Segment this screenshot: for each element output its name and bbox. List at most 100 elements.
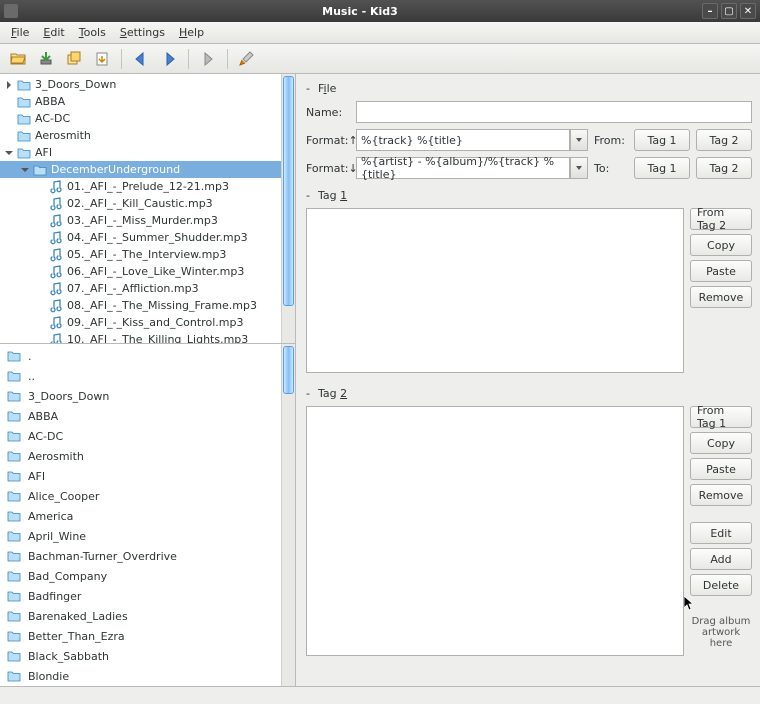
tree-file[interactable]: 03._AFI_-_Miss_Murder.mp3 — [0, 212, 281, 229]
tree-folder[interactable]: Aerosmith — [0, 127, 281, 144]
tree-file[interactable]: 09._AFI_-_Kiss_and_Control.mp3 — [0, 314, 281, 331]
list-item[interactable]: America — [0, 506, 281, 526]
menu-tools[interactable]: Tools — [72, 24, 113, 41]
save-all-icon[interactable] — [62, 47, 86, 71]
section-file[interactable]: - File — [306, 82, 752, 95]
tree-folder[interactable]: 3_Doors_Down — [0, 76, 281, 93]
expander-icon[interactable] — [36, 250, 46, 260]
tree-scrollbar[interactable] — [281, 74, 295, 343]
expander-icon[interactable] — [36, 301, 46, 311]
app-icon — [4, 4, 18, 18]
menu-settings[interactable]: Settings — [113, 24, 172, 41]
format-down-label: Format:↓ — [306, 162, 350, 175]
list-item[interactable]: Bad_Company — [0, 566, 281, 586]
tree-file[interactable]: 04._AFI_-_Summer_Shudder.mp3 — [0, 229, 281, 246]
tag2-copy-button[interactable]: Copy — [690, 432, 752, 454]
expander-icon[interactable] — [4, 97, 14, 107]
section-tag1[interactable]: - Tag 1 — [306, 189, 752, 202]
tag2-from-button[interactable]: From Tag 1 — [690, 406, 752, 428]
tag2-add-button[interactable]: Add — [690, 548, 752, 570]
tag1-copy-button[interactable]: Copy — [690, 234, 752, 256]
tree-file[interactable]: 06._AFI_-_Love_Like_Winter.mp3 — [0, 263, 281, 280]
list-item[interactable]: Blondie — [0, 666, 281, 686]
expander-icon[interactable] — [20, 165, 30, 175]
tag1-remove-button[interactable]: Remove — [690, 286, 752, 308]
tag2-edit-button[interactable]: Edit — [690, 522, 752, 544]
tag2-delete-button[interactable]: Delete — [690, 574, 752, 596]
expander-icon[interactable] — [4, 148, 14, 158]
from-tag2-button[interactable]: Tag 2 — [696, 129, 752, 151]
list-item[interactable]: Badfinger — [0, 586, 281, 606]
expander-icon[interactable] — [4, 114, 14, 124]
list-item[interactable]: Aerosmith — [0, 446, 281, 466]
tree-file[interactable]: 07._AFI_-_Affliction.mp3 — [0, 280, 281, 297]
list-item[interactable]: .. — [0, 366, 281, 386]
list-item[interactable]: Black_Sabbath — [0, 646, 281, 666]
expander-icon[interactable] — [36, 335, 46, 344]
folder-icon — [6, 389, 22, 403]
tag1-box[interactable] — [306, 208, 684, 373]
list-item[interactable]: Barenaked_Ladies — [0, 606, 281, 626]
tree-folder[interactable]: AFI — [0, 144, 281, 161]
tree-folder[interactable]: AC-DC — [0, 110, 281, 127]
tree-folder[interactable]: ABBA — [0, 93, 281, 110]
to-tag1-button[interactable]: Tag 1 — [634, 157, 690, 179]
list-item[interactable]: Bachman-Turner_Overdrive — [0, 546, 281, 566]
expander-icon[interactable] — [4, 131, 14, 141]
tree-file[interactable]: 02._AFI_-_Kill_Caustic.mp3 — [0, 195, 281, 212]
tag2-remove-button[interactable]: Remove — [690, 484, 752, 506]
menu-help[interactable]: Help — [172, 24, 211, 41]
menu-edit[interactable]: Edit — [36, 24, 71, 41]
to-tag2-button[interactable]: Tag 2 — [696, 157, 752, 179]
tree-item-label: 03._AFI_-_Miss_Murder.mp3 — [67, 214, 218, 227]
list-item[interactable]: AC-DC — [0, 426, 281, 446]
maximize-button[interactable]: ▢ — [721, 3, 737, 19]
tree-file[interactable]: 10._AFI_-_The_Killing_Lights.mp3 — [0, 331, 281, 343]
expander-icon[interactable] — [4, 80, 14, 90]
format-up-combo[interactable]: %{track} %{title} — [356, 129, 588, 151]
expander-icon[interactable] — [36, 233, 46, 243]
list-item[interactable]: . — [0, 346, 281, 366]
tree-file[interactable]: 05._AFI_-_The_Interview.mp3 — [0, 246, 281, 263]
caret-down-icon[interactable] — [570, 129, 588, 151]
configure-icon[interactable] — [235, 47, 259, 71]
tag2-box[interactable] — [306, 406, 684, 656]
folder-icon — [6, 509, 22, 523]
list-item-label: Barenaked_Ladies — [28, 610, 128, 623]
tag1-paste-button[interactable]: Paste — [690, 260, 752, 282]
expander-icon[interactable] — [36, 318, 46, 328]
list-item[interactable]: ABBA — [0, 406, 281, 426]
tree-file[interactable]: 08._AFI_-_The_Missing_Frame.mp3 — [0, 297, 281, 314]
revert-icon[interactable] — [90, 47, 114, 71]
close-button[interactable]: ✕ — [740, 3, 756, 19]
tree-item-label: ABBA — [35, 95, 65, 108]
from-tag1-button[interactable]: Tag 1 — [634, 129, 690, 151]
minimize-button[interactable]: – — [702, 3, 718, 19]
play-icon[interactable] — [196, 47, 220, 71]
format-down-combo[interactable]: %{artist} - %{album}/%{track} %{title} — [356, 157, 588, 179]
list-item[interactable]: April_Wine — [0, 526, 281, 546]
open-icon[interactable] — [6, 47, 30, 71]
save-icon[interactable] — [34, 47, 58, 71]
tag2-paste-button[interactable]: Paste — [690, 458, 752, 480]
forward-icon[interactable] — [157, 47, 181, 71]
tag1-from-button[interactable]: From Tag 2 — [690, 208, 752, 230]
expander-icon[interactable] — [36, 199, 46, 209]
tree-file[interactable]: 01._AFI_-_Prelude_12-21.mp3 — [0, 178, 281, 195]
folder-icon — [6, 489, 22, 503]
list-item[interactable]: AFI — [0, 466, 281, 486]
list-item[interactable]: Better_Than_Ezra — [0, 626, 281, 646]
name-input[interactable] — [356, 101, 752, 123]
back-icon[interactable] — [129, 47, 153, 71]
expander-icon[interactable] — [36, 216, 46, 226]
tree-folder[interactable]: DecemberUnderground — [0, 161, 281, 178]
expander-icon[interactable] — [36, 182, 46, 192]
caret-down-icon[interactable] — [570, 157, 588, 179]
list-scrollbar[interactable] — [281, 344, 295, 686]
section-tag2[interactable]: - Tag 2 — [306, 387, 752, 400]
expander-icon[interactable] — [36, 284, 46, 294]
menu-file[interactable]: File — [4, 24, 36, 41]
expander-icon[interactable] — [36, 267, 46, 277]
list-item[interactable]: 3_Doors_Down — [0, 386, 281, 406]
list-item[interactable]: Alice_Cooper — [0, 486, 281, 506]
